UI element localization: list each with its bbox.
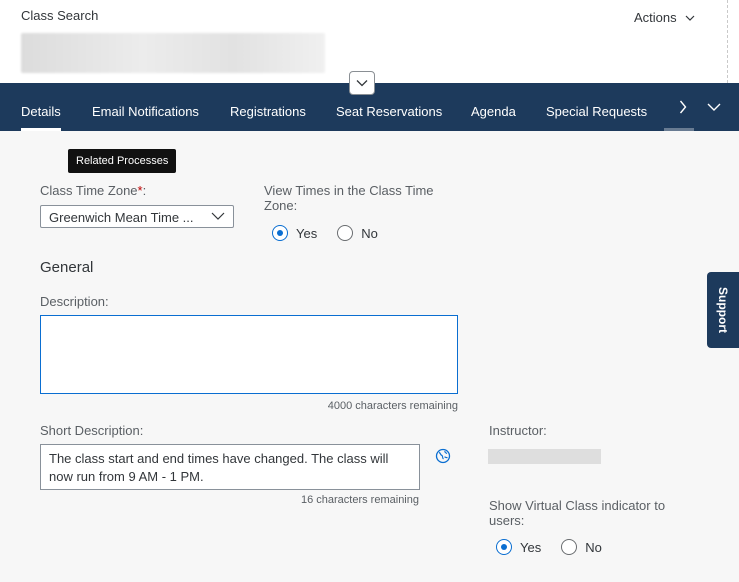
view-times-yes-radio[interactable] — [272, 225, 288, 241]
description-char-counter: 4000 characters remaining — [327, 400, 458, 412]
chevron-down-icon — [211, 212, 225, 220]
instructor-label: Instructor: — [489, 423, 547, 438]
virtual-indicator-radio-group: Yes No — [496, 539, 602, 555]
time-zone-select[interactable]: Greenwich Mean Time ... — [40, 205, 234, 228]
chevron-down-icon — [685, 15, 695, 21]
virtual-indicator-no-label: No — [585, 539, 602, 555]
virtual-indicator-yes-radio[interactable] — [496, 539, 512, 555]
short-description-char-counter: 16 characters remaining — [300, 494, 419, 506]
time-zone-value: Greenwich Mean Time ... — [49, 210, 194, 225]
view-times-label: View Times in the Class Time Zone: — [264, 183, 434, 213]
tab-overflow-menu-button[interactable] — [699, 83, 729, 131]
tab-email-notifications[interactable]: Email Notifications — [92, 83, 199, 131]
tab-details[interactable]: Details — [21, 83, 61, 131]
chevron-right-icon — [679, 100, 687, 114]
tab-overflow-indicator — [664, 128, 694, 131]
instructor-value-redacted — [488, 449, 601, 464]
related-processes-tooltip: Related Processes — [68, 149, 177, 173]
time-zone-label-colon: : — [142, 183, 147, 198]
tab-special-requests[interactable]: Special Requests — [546, 83, 647, 131]
general-section-heading: General — [40, 259, 94, 276]
chevron-down-icon — [707, 103, 721, 111]
tab-agenda[interactable]: Agenda — [471, 83, 516, 131]
chevron-down-icon — [356, 80, 368, 87]
virtual-indicator-yes-label: Yes — [520, 539, 542, 555]
support-button[interactable]: Support — [707, 272, 739, 348]
page-title-redacted — [21, 33, 325, 73]
actions-menu-button[interactable]: Actions — [634, 10, 695, 25]
collapse-header-button[interactable] — [349, 71, 375, 95]
header-divider — [727, 0, 728, 83]
virtual-indicator-no-radio[interactable] — [561, 539, 578, 555]
view-times-yes-label: Yes — [296, 225, 318, 241]
globe-icon[interactable] — [435, 448, 451, 464]
short-description-textarea[interactable]: The class start and end times have chang… — [40, 444, 420, 490]
description-label: Description: — [40, 294, 109, 309]
short-description-label: Short Description: — [40, 423, 144, 438]
virtual-indicator-label: Show Virtual Class indicator to users: — [489, 498, 666, 528]
actions-label: Actions — [634, 10, 677, 25]
view-times-no-label: No — [361, 225, 378, 241]
support-label: Support — [716, 287, 730, 333]
view-times-radio-group: Yes No — [272, 225, 378, 241]
tab-registrations[interactable]: Registrations — [230, 83, 306, 131]
description-textarea[interactable] — [40, 315, 458, 394]
tab-scroll-right-button[interactable] — [668, 83, 698, 131]
breadcrumb-class-search[interactable]: Class Search — [21, 8, 98, 23]
view-times-no-radio[interactable] — [337, 225, 354, 241]
time-zone-label-text: Class Time Zone — [40, 183, 138, 198]
time-zone-label: Class Time Zone*: — [40, 183, 146, 198]
